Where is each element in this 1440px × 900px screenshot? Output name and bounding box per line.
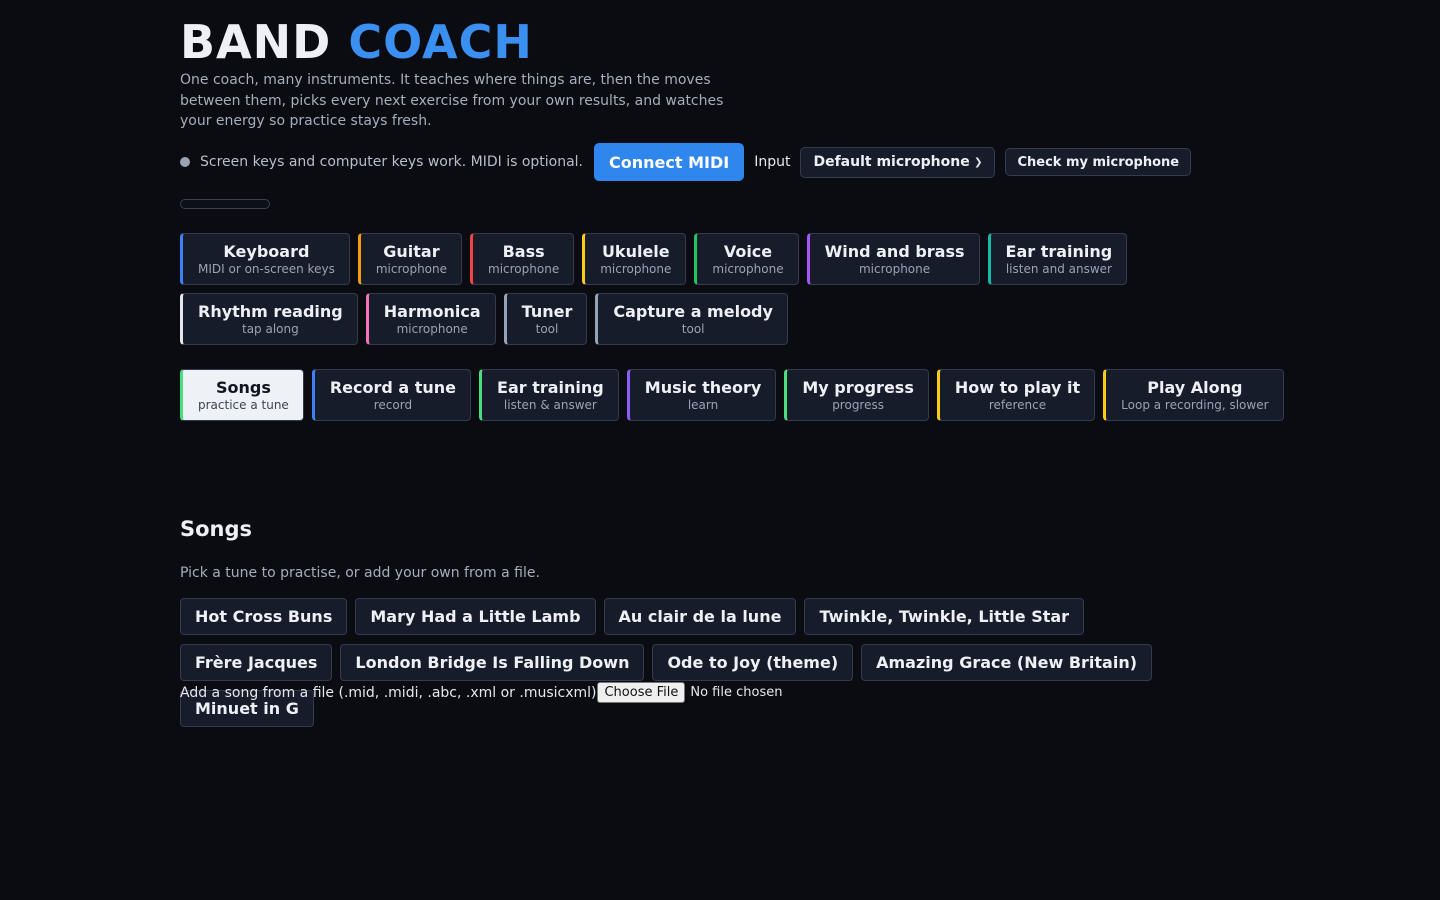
tile-title: Record a tune — [329, 377, 457, 397]
instrument-tile-ear-training[interactable]: Ear training listen and answer — [987, 233, 1128, 285]
tab-my-progress[interactable]: My progress progress — [784, 369, 929, 421]
song-button[interactable]: Twinkle, Twinkle, Little Star — [804, 598, 1085, 635]
instrument-tile-tuner[interactable]: Tuner tool — [503, 293, 588, 345]
song-button[interactable]: London Bridge Is Falling Down — [340, 644, 645, 681]
instrument-row-1: Keyboard MIDI or on-screen keys Guitar micr… — [180, 233, 1128, 285]
tab-record-a-tune[interactable]: Record a tune record — [311, 369, 472, 421]
tab-play-along[interactable]: Play Along Loop a recording, slower — [1103, 369, 1284, 421]
tile-subtitle: listen & answer — [503, 397, 597, 412]
status-text: Screen keys and computer keys work. MIDI… — [200, 154, 584, 170]
tile-subtitle: microphone — [712, 261, 784, 276]
song-button[interactable]: Au clair de la lune — [603, 598, 797, 635]
instrument-tile-harmonica[interactable]: Harmonica microphone — [365, 293, 496, 345]
song-button[interactable]: Frère Jacques — [180, 644, 333, 681]
tile-title: Wind and brass — [824, 241, 965, 261]
instrument-tile-ukulele[interactable]: Ukulele microphone — [582, 233, 687, 285]
tile-subtitle: Loop a recording, slower — [1121, 397, 1269, 412]
instrument-tile-keyboard[interactable]: Keyboard MIDI or on-screen keys — [180, 233, 350, 285]
tile-title: My progress — [802, 377, 914, 397]
section-title: Songs — [180, 517, 253, 541]
song-button[interactable]: Mary Had a Little Lamb — [355, 598, 596, 635]
instrument-row-2: Rhythm reading tap along Harmonica micropho… — [180, 293, 788, 345]
input-label: Input — [754, 154, 791, 170]
brand-word-band: BAND — [180, 15, 332, 69]
mode-tabs: Songs practice a tune Record a tune record E… — [180, 369, 1284, 421]
instrument-tile-voice[interactable]: Voice microphone — [694, 233, 799, 285]
song-button[interactable]: Ode to Joy (theme) — [652, 644, 854, 681]
tile-title: Play Along — [1147, 377, 1243, 397]
song-button[interactable]: Hot Cross Buns — [180, 598, 348, 635]
tile-title: Ukulele — [601, 241, 670, 261]
tab-music-theory[interactable]: Music theory learn — [626, 369, 777, 421]
tile-subtitle: tool — [535, 321, 559, 336]
status-row: Screen keys and computer keys work. MIDI… — [180, 143, 1192, 181]
tile-subtitle: record — [373, 397, 413, 412]
tile-title: Keyboard — [223, 241, 310, 261]
tile-subtitle: progress — [832, 397, 884, 412]
section-description: Pick a tune to practise, or add your own… — [180, 565, 540, 581]
tab-ear-training[interactable]: Ear training listen & answer — [479, 369, 619, 421]
tile-title: Ear training — [497, 377, 604, 397]
tile-title: Rhythm reading — [198, 301, 343, 321]
instrument-tile-wind-and-brass[interactable]: Wind and brass microphone — [806, 233, 980, 285]
instrument-tile-capture-a-melody[interactable]: Capture a melody tool — [595, 293, 788, 345]
tile-subtitle: microphone — [396, 321, 468, 336]
tile-title: How to play it — [954, 377, 1081, 397]
tile-title: Bass — [502, 241, 545, 261]
choose-file-button[interactable]: Choose File — [597, 682, 686, 703]
instrument-tile-bass[interactable]: Bass microphone — [470, 233, 575, 285]
brand-word-coach: COACH — [348, 15, 533, 69]
tile-title: Songs — [215, 377, 271, 397]
tile-title: Voice — [723, 241, 773, 261]
file-upload-label: Add a song from a file (.mid, .midi, .ab… — [180, 684, 597, 701]
chevron-down-icon: ❯ — [974, 156, 983, 168]
file-status: No file chosen — [690, 685, 783, 700]
tile-title: Ear training — [1005, 241, 1113, 261]
tile-title: Music theory — [644, 377, 762, 397]
input-select[interactable]: Default microphone ❯ — [800, 146, 996, 178]
tile-title: Tuner — [521, 301, 573, 321]
tab-songs[interactable]: Songs practice a tune — [180, 369, 304, 421]
song-button[interactable]: Amazing Grace (New Britain) — [861, 644, 1153, 681]
tile-subtitle: MIDI or on-screen keys — [198, 261, 335, 276]
tile-subtitle: practice a tune — [198, 397, 289, 412]
instrument-tile-rhythm-reading[interactable]: Rhythm reading tap along — [180, 293, 358, 345]
tile-subtitle: microphone — [375, 261, 448, 276]
tile-subtitle: tool — [681, 321, 705, 336]
tile-subtitle: listen and answer — [1005, 261, 1112, 276]
status-dot-icon — [180, 157, 190, 167]
file-upload-row: Add a song from a file (.mid, .midi, .ab… — [180, 682, 782, 703]
mic-level-meter — [180, 199, 270, 209]
tile-subtitle: microphone — [600, 261, 672, 276]
tile-subtitle: microphone — [488, 261, 560, 276]
tile-title: Capture a melody — [613, 301, 773, 321]
instrument-tile-guitar[interactable]: Guitar microphone — [357, 233, 463, 285]
song-list: Hot Cross Buns Mary Had a Little Lamb Au c… — [180, 598, 1220, 727]
check-microphone-button[interactable]: Check my microphone — [1005, 148, 1192, 176]
tile-subtitle: reference — [988, 397, 1047, 412]
tagline: One coach, many instruments. It teaches … — [180, 72, 724, 129]
connect-midi-button[interactable]: Connect MIDI — [594, 143, 745, 181]
tile-subtitle: learn — [687, 397, 719, 412]
app-logo: BAND COACH — [180, 16, 533, 68]
input-select-value: Default microphone — [813, 154, 970, 170]
tile-title: Harmonica — [383, 301, 481, 321]
tile-subtitle: tap along — [242, 321, 299, 336]
tile-subtitle: microphone — [858, 261, 931, 276]
tab-how-to-play-it[interactable]: How to play it reference — [936, 369, 1096, 421]
tile-title: Guitar — [383, 241, 440, 261]
